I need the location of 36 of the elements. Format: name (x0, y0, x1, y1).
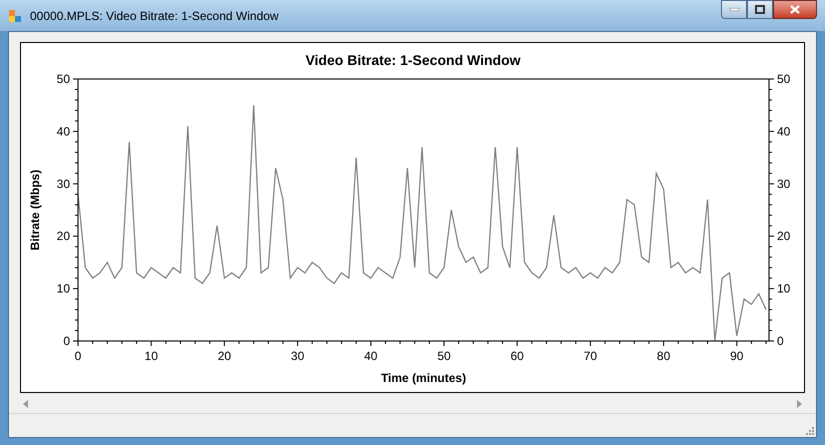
y-tick-label: 40 (777, 124, 790, 138)
close-button[interactable] (773, 0, 817, 19)
y-tick-label: 20 (56, 229, 70, 244)
x-tick-label: 30 (290, 349, 304, 363)
y-tick-label: 10 (56, 282, 70, 296)
x-tick-label: 0 (74, 349, 82, 363)
y-tick-label: 0 (63, 334, 70, 348)
scroll-right-icon[interactable] (797, 400, 802, 408)
x-tick-label: 10 (144, 349, 158, 363)
app-icon (8, 8, 22, 22)
maximize-icon (755, 5, 765, 14)
minimize-button[interactable] (721, 0, 747, 19)
x-tick-label: 80 (656, 349, 670, 363)
x-tick-label: 40 (364, 349, 378, 363)
y-tick-label: 0 (777, 334, 784, 348)
y-tick-label: 10 (777, 282, 790, 296)
resize-grip-icon[interactable] (804, 425, 814, 435)
y-tick-label: 30 (777, 176, 790, 191)
scroll-left-icon[interactable] (23, 400, 28, 408)
x-tick-label: 90 (730, 349, 744, 363)
y-axis-label: Bitrate (Mbps) (28, 170, 42, 250)
close-icon (790, 5, 800, 14)
maximize-button[interactable] (747, 0, 773, 19)
x-axis-label: Time (minutes) (380, 371, 466, 385)
y-tick-label: 40 (56, 124, 70, 138)
minimize-icon (730, 8, 738, 11)
x-tick-label: 50 (437, 349, 451, 363)
x-tick-label: 70 (584, 349, 598, 363)
y-tick-label: 30 (56, 176, 70, 191)
x-tick-label: 20 (218, 349, 232, 363)
window-title: 00000.MPLS: Video Bitrate: 1-Second Window (30, 8, 279, 24)
y-tick-label: 20 (777, 229, 790, 244)
y-tick-label: 50 (56, 72, 70, 86)
chart-title: Video Bitrate: 1-Second Window (305, 52, 521, 68)
y-tick-label: 50 (777, 72, 790, 86)
x-tick-label: 60 (510, 349, 524, 363)
